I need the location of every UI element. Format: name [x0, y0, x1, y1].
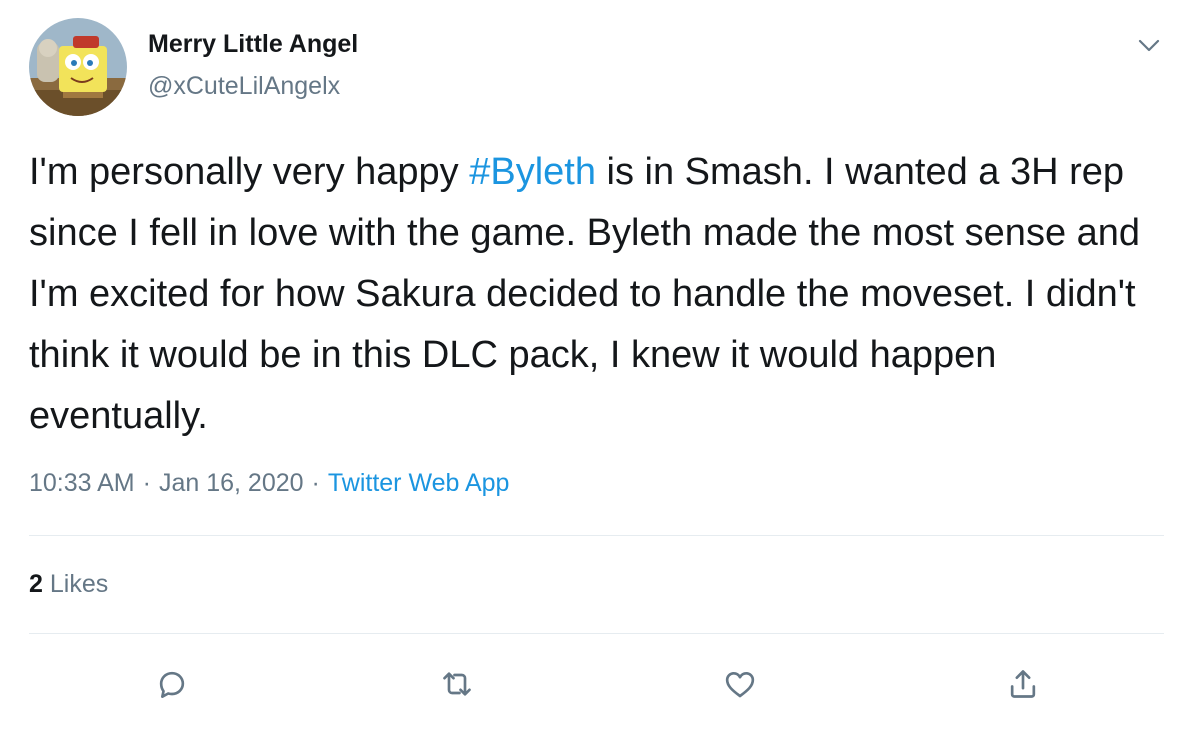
meta-separator: ·: [142, 469, 151, 497]
reply-icon: [159, 671, 185, 698]
tweet-meta: 10:33 AM · Jan 16, 2020 · Twitter Web App: [29, 469, 509, 498]
tweet-source-link[interactable]: Twitter Web App: [328, 469, 510, 497]
meta-separator: ·: [311, 469, 320, 497]
tweet-text-rest: is in Smash. I wanted a 3H rep since I f…: [29, 151, 1141, 437]
retweet-icon: [443, 672, 471, 696]
share-icon: [1010, 670, 1036, 698]
tweet-date[interactable]: Jan 16, 2020: [159, 469, 304, 497]
tweet-text-start: I'm personally very happy: [29, 151, 470, 193]
likes-count-link[interactable]: 2 Likes: [29, 570, 108, 599]
retweet-button[interactable]: [437, 664, 477, 704]
tweet-time[interactable]: 10:33 AM: [29, 469, 135, 497]
divider: [29, 535, 1164, 536]
divider: [29, 633, 1164, 634]
chevron-down-icon[interactable]: [1132, 30, 1166, 60]
tweet-text: I'm personally very happy #Byleth is in …: [29, 142, 1169, 447]
user-handle[interactable]: @xCuteLilAngelx: [148, 72, 340, 101]
avatar[interactable]: [29, 18, 127, 116]
hashtag-link[interactable]: #Byleth: [469, 151, 596, 193]
reply-button[interactable]: [152, 664, 192, 704]
likes-label: Likes: [49, 570, 109, 598]
likes-count: 2: [29, 570, 43, 598]
display-name[interactable]: Merry Little Angel: [148, 30, 358, 59]
tweet-card: Merry Little Angel @xCuteLilAngelx I'm p…: [0, 0, 1194, 730]
like-button[interactable]: [720, 664, 760, 704]
share-button[interactable]: [1003, 664, 1043, 704]
heart-icon: [725, 672, 755, 698]
